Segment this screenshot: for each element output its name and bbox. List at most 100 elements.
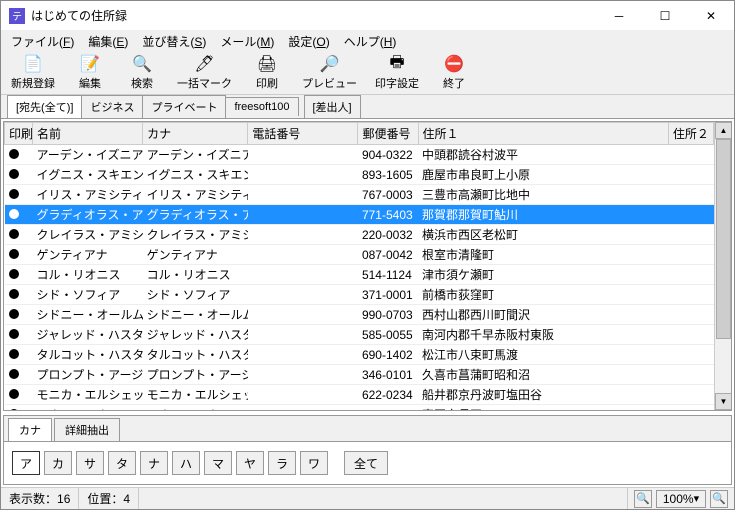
zoom-controls: 🔍 100% ▾ 🔍 bbox=[628, 490, 734, 508]
toolbar-label: 印字設定 bbox=[375, 75, 419, 91]
menu-item[interactable]: ヘルプ(H) bbox=[338, 31, 403, 52]
scroll-down-button[interactable]: ▼ bbox=[715, 393, 732, 410]
column-header[interactable]: 郵便番号 bbox=[358, 123, 418, 145]
table-row[interactable]: シド・ソフィアシド・ソフィア371-0001前橋市荻窪町 bbox=[5, 285, 714, 305]
column-header[interactable]: 住所１ bbox=[418, 123, 668, 145]
table-row[interactable]: イリス・アミシティアイリス・アミシティア767-0003三豊市高瀬町比地中 bbox=[5, 185, 714, 205]
cell-addr1: 前橋市荻窪町 bbox=[418, 285, 668, 305]
toolbar-button[interactable]: 📝編集 bbox=[67, 52, 113, 93]
minimize-button[interactable]: ─ bbox=[596, 1, 642, 31]
scroll-thumb[interactable] bbox=[716, 139, 731, 339]
cell-name: グラディオラス・アミシティア bbox=[33, 205, 143, 225]
column-header[interactable]: 名前 bbox=[33, 123, 143, 145]
view-tabs: [宛先(全て)]ビジネスプライベートfreesoft100 [差出人] bbox=[1, 95, 734, 119]
cell-addr2 bbox=[668, 185, 713, 205]
menu-item[interactable]: 設定(O) bbox=[282, 31, 335, 52]
cell-addr1: 松江市八束町馬渡 bbox=[418, 345, 668, 365]
column-header[interactable]: カナ bbox=[143, 123, 248, 145]
toolbar-label: 編集 bbox=[79, 75, 101, 91]
kana-button[interactable]: ハ bbox=[172, 451, 200, 475]
table-row[interactable]: ルナフレーナ・ノックス・フルーレルナフレーナ・ノックス・フルーレ321-4364… bbox=[5, 405, 714, 411]
table-row[interactable]: ゲンティアナゲンティアナ087-0042根室市清隆町 bbox=[5, 245, 714, 265]
kana-button[interactable]: タ bbox=[108, 451, 136, 475]
table-row[interactable]: タルコット・ハスタタルコット・ハスタ690-1402松江市八束町馬渡 bbox=[5, 345, 714, 365]
kana-button[interactable]: ラ bbox=[268, 451, 296, 475]
zoom-out-button[interactable]: 🔍 bbox=[634, 490, 652, 508]
zoom-in-button[interactable]: 🔍 bbox=[710, 490, 728, 508]
cell-name: ルナフレーナ・ノックス・フルーレ bbox=[33, 405, 143, 411]
toolbar-button[interactable]: 🔎プレビュー bbox=[296, 52, 363, 93]
toolbar-button[interactable]: 🖶印字設定 bbox=[369, 52, 425, 93]
table-row[interactable]: クレイラス・アミシティアクレイラス・アミシティア220-0032横浜市西区老松町 bbox=[5, 225, 714, 245]
menubar: ファイル(F)編集(E)並び替え(S)メール(M)設定(O)ヘルプ(H) bbox=[1, 31, 734, 51]
終了-icon: ⛔ bbox=[444, 54, 464, 74]
cell-kana: モニカ・エルシェット bbox=[143, 385, 248, 405]
filter-tab[interactable]: カナ bbox=[8, 418, 52, 441]
kana-button[interactable]: マ bbox=[204, 451, 232, 475]
toolbar-label: 新規登録 bbox=[11, 75, 55, 91]
cell-addr2 bbox=[668, 245, 713, 265]
view-tab[interactable]: ビジネス bbox=[81, 95, 143, 118]
view-tab[interactable]: [宛先(全て)] bbox=[7, 95, 82, 118]
新規登録-icon: 📄 bbox=[23, 54, 43, 74]
kana-button[interactable]: ナ bbox=[140, 451, 168, 475]
view-tab-sender[interactable]: [差出人] bbox=[304, 95, 361, 118]
toolbar-button[interactable]: 🖨印刷 bbox=[244, 52, 290, 93]
cell-kana: ルナフレーナ・ノックス・フルーレ bbox=[143, 405, 248, 411]
menu-item[interactable]: 並び替え(S) bbox=[136, 31, 212, 52]
print-mark bbox=[5, 325, 33, 345]
menu-item[interactable]: ファイル(F) bbox=[5, 31, 80, 52]
kana-button[interactable]: ワ bbox=[300, 451, 328, 475]
view-tab[interactable]: freesoft100 bbox=[225, 97, 298, 116]
cell-kana: プロンプト・アージェンタム bbox=[143, 365, 248, 385]
cell-addr1: 那賀郡那賀町鮎川 bbox=[418, 205, 668, 225]
close-button[interactable]: ✕ bbox=[688, 1, 734, 31]
table-row[interactable]: グラディオラス・アミシティアグラディオラス・アミシティア771-5403那賀郡那… bbox=[5, 205, 714, 225]
toolbar-label: 終了 bbox=[443, 75, 465, 91]
table-row[interactable]: プロンプト・アージェンタムプロンプト・アージェンタム346-0101久喜市菖蒲町… bbox=[5, 365, 714, 385]
view-tab[interactable]: プライベート bbox=[142, 95, 226, 118]
table-row[interactable]: シドニー・オールムシドニー・オールム990-0703西村山郡西川町間沢 bbox=[5, 305, 714, 325]
cell-zip: 771-5403 bbox=[358, 205, 418, 225]
kana-button[interactable]: サ bbox=[76, 451, 104, 475]
kana-button[interactable]: ヤ bbox=[236, 451, 264, 475]
cell-zip: 990-0703 bbox=[358, 305, 418, 325]
kana-all-button[interactable]: 全て bbox=[344, 451, 388, 475]
cell-tel bbox=[248, 325, 358, 345]
vertical-scrollbar[interactable]: ▲ ▼ bbox=[714, 122, 731, 410]
kana-button[interactable]: ア bbox=[12, 451, 40, 475]
column-header[interactable]: 電話番号 bbox=[248, 123, 358, 145]
toolbar-button[interactable]: ⛔終了 bbox=[431, 52, 477, 93]
toolbar-button[interactable]: 🔍検索 bbox=[119, 52, 165, 93]
menu-item[interactable]: メール(M) bbox=[214, 31, 280, 52]
data-grid[interactable]: 印刷名前カナ電話番号郵便番号住所１住所２アーデン・イズニアアーデン・イズニア90… bbox=[4, 122, 714, 410]
table-row[interactable]: ジャレッド・ハスタジャレッド・ハスタ585-0055南河内郡千早赤阪村東阪 bbox=[5, 325, 714, 345]
zoom-level[interactable]: 100% ▾ bbox=[656, 490, 706, 508]
column-header[interactable]: 印刷 bbox=[5, 123, 33, 145]
cell-addr2 bbox=[668, 225, 713, 245]
toolbar-button[interactable]: 🖊一括マーク bbox=[171, 52, 238, 93]
table-row[interactable]: イグニス・スキエンティアイグニス・スキエンティア893-1605鹿屋市串良町上小… bbox=[5, 165, 714, 185]
maximize-button[interactable]: ☐ bbox=[642, 1, 688, 31]
kana-button[interactable]: カ bbox=[44, 451, 72, 475]
print-mark bbox=[5, 405, 33, 411]
scroll-up-button[interactable]: ▲ bbox=[715, 122, 732, 139]
toolbar-label: プレビュー bbox=[302, 75, 357, 91]
filter-tab[interactable]: 詳細抽出 bbox=[54, 418, 120, 441]
table-row[interactable]: アーデン・イズニアアーデン・イズニア904-0322中頭郡読谷村波平 bbox=[5, 145, 714, 165]
column-header[interactable]: 住所２ bbox=[668, 123, 713, 145]
cell-kana: シド・ソフィア bbox=[143, 285, 248, 305]
print-mark bbox=[5, 365, 33, 385]
toolbar-button[interactable]: 📄新規登録 bbox=[5, 52, 61, 93]
cell-kana: タルコット・ハスタ bbox=[143, 345, 248, 365]
table-row[interactable]: モニカ・エルシェットモニカ・エルシェット622-0234船井郡京丹波町塩田谷 bbox=[5, 385, 714, 405]
table-row[interactable]: コル・リオニスコル・リオニス514-1124津市須ケ瀬町 bbox=[5, 265, 714, 285]
filter-pane: カナ詳細抽出 アカサタナハマヤラワ全て bbox=[3, 415, 732, 485]
status-spacer bbox=[139, 488, 628, 509]
cell-addr2 bbox=[668, 405, 713, 411]
印刷-icon: 🖨 bbox=[257, 54, 277, 74]
cell-kana: イグニス・スキエンティア bbox=[143, 165, 248, 185]
print-mark bbox=[5, 385, 33, 405]
menu-item[interactable]: 編集(E) bbox=[82, 31, 134, 52]
cell-tel bbox=[248, 285, 358, 305]
